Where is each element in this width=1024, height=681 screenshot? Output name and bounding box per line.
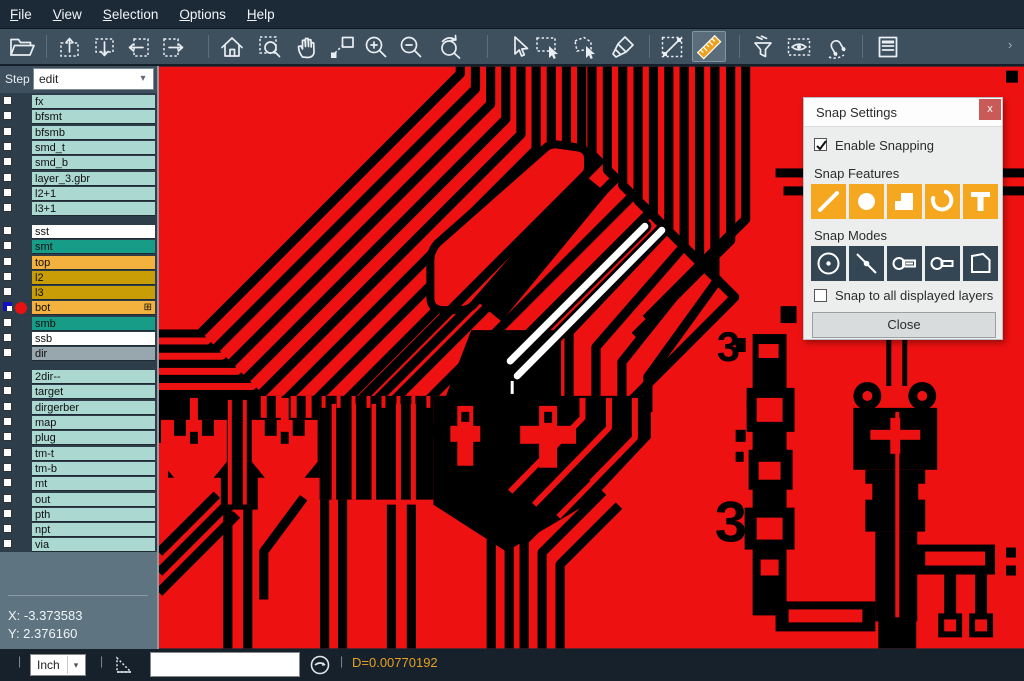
svg-text:3: 3	[715, 491, 747, 555]
